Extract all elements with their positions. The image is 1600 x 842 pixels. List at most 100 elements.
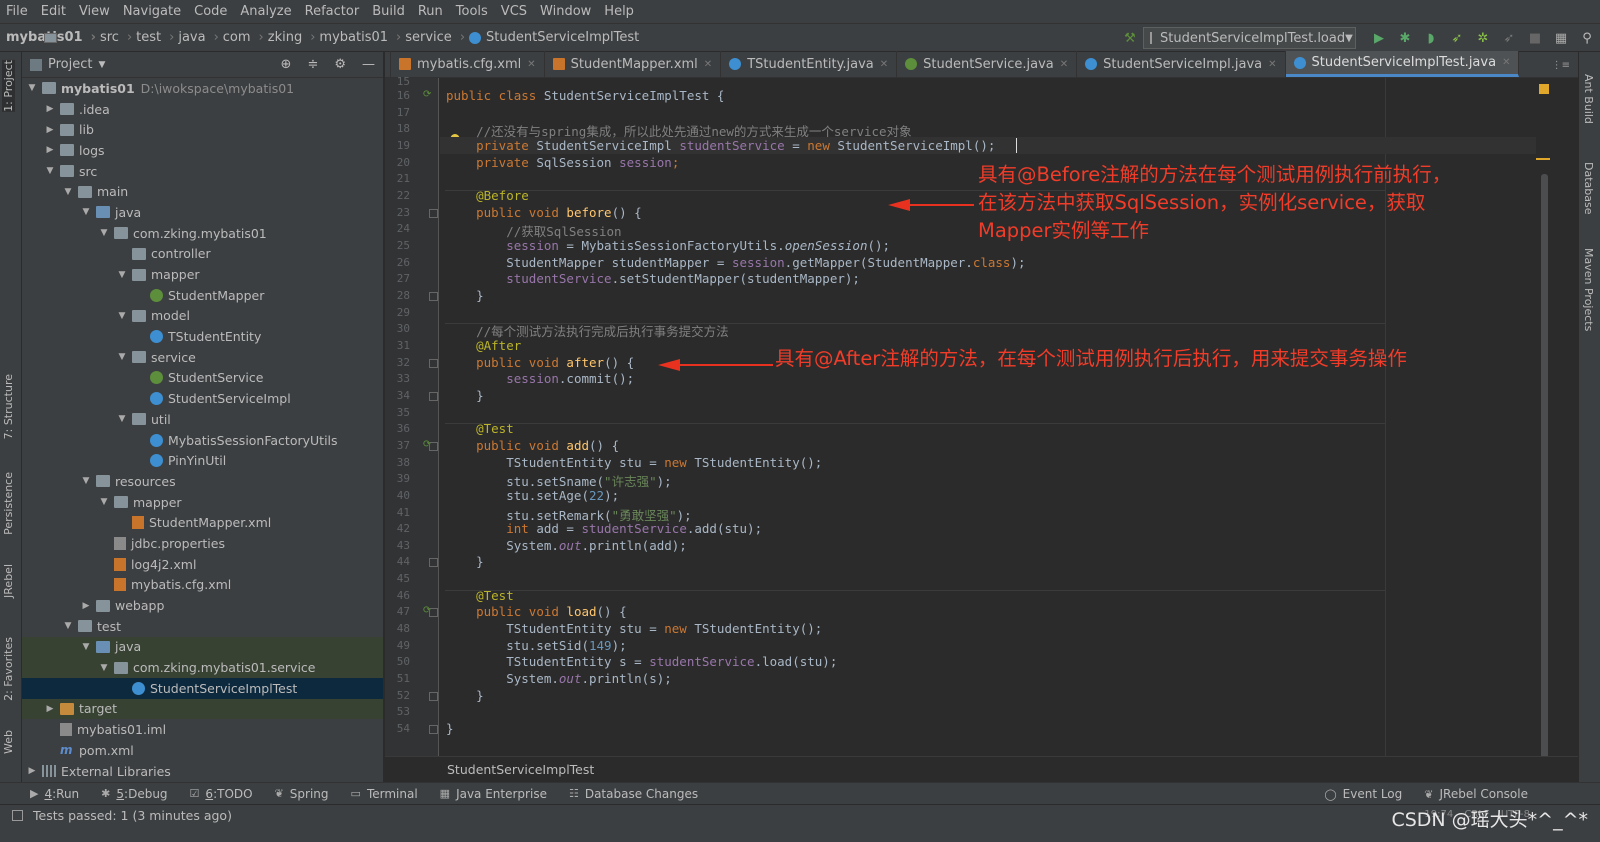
fold-marker-icon[interactable] (429, 608, 438, 618)
tree-item[interactable]: ▼ model (22, 306, 383, 327)
menu-edit[interactable]: Edit (41, 4, 66, 19)
tree-item[interactable]: ▼ service (22, 347, 383, 368)
tree-item[interactable]: StudentServiceImplTest (22, 677, 383, 699)
tool-window-database-changes[interactable]: ☷ Database Changes (569, 787, 698, 801)
chevron-down-icon[interactable]: ▼ (80, 642, 92, 652)
close-icon[interactable]: ✕ (1060, 59, 1068, 70)
tree-item[interactable]: mybatis01.iml (22, 719, 383, 740)
chevron-down-icon[interactable]: ▼ (116, 414, 128, 424)
breadcrumb-item[interactable]: mybatis01› (44, 30, 401, 45)
fold-marker-icon[interactable] (429, 291, 438, 301)
menu-help[interactable]: Help (604, 4, 634, 19)
tree-item[interactable]: TStudentEntity (22, 326, 383, 347)
gear-icon[interactable]: ⚙ (334, 57, 346, 72)
breadcrumb-item[interactable]: service › (44, 30, 465, 45)
fold-marker-icon[interactable] (429, 691, 438, 701)
tree-item[interactable]: ▼ src (22, 161, 383, 182)
tree-item[interactable]: ▼ resources (22, 471, 383, 492)
tab-jrebel[interactable]: JRebel (2, 564, 15, 598)
close-icon[interactable]: ✕ (527, 59, 535, 70)
chevron-down-icon[interactable]: ▼ (116, 311, 128, 321)
tool-window-event-log[interactable]: ◯ Event Log (1324, 787, 1402, 801)
tree-item[interactable]: ▼ mapper (22, 264, 383, 285)
locate-icon[interactable]: ⊕ (281, 57, 292, 72)
menu-window[interactable]: Window (540, 4, 591, 19)
close-icon[interactable]: ✕ (704, 59, 712, 70)
fold-marker-icon[interactable] (429, 558, 438, 568)
tree-item[interactable]: ▶ webapp (22, 595, 383, 616)
stop-icon[interactable]: ■ (1527, 30, 1543, 46)
tab-persistence[interactable]: Persistence (2, 472, 15, 535)
hide-icon[interactable]: — (362, 57, 375, 72)
tree-item[interactable]: controller (22, 244, 383, 265)
tool-window-spring[interactable]: ❦ Spring (275, 787, 329, 801)
menu-vcs[interactable]: VCS (501, 4, 527, 19)
close-icon[interactable]: ✕ (880, 59, 888, 70)
chevron-down-icon[interactable]: ▼ (80, 207, 92, 217)
tree-item[interactable]: ▶ .idea (22, 99, 383, 120)
chevron-down-icon[interactable]: ▼ (98, 60, 105, 70)
fold-marker-icon[interactable] (429, 441, 438, 451)
chevron-down-icon[interactable]: ▼ (98, 663, 110, 673)
chevron-down-icon[interactable]: ▼ (116, 270, 128, 280)
close-icon[interactable]: ✕ (1502, 57, 1510, 68)
menu-analyze[interactable]: Analyze (240, 4, 291, 19)
editor-scrollbar[interactable] (1536, 78, 1556, 774)
run-icon[interactable]: ▶ (1371, 30, 1387, 46)
chevron-down-icon[interactable]: ▼ (26, 83, 38, 93)
tree-item[interactable]: mybatis.cfg.xml (22, 575, 383, 596)
menu-build[interactable]: Build (372, 4, 405, 19)
menu-code[interactable]: Code (194, 4, 227, 19)
tab-maven-projects[interactable]: Maven Projects (1582, 248, 1595, 331)
editor-tab[interactable]: StudentServiceImplTest.java ✕ (1285, 51, 1520, 77)
chevron-down-icon[interactable]: ▼ (44, 166, 56, 176)
run-configuration-select[interactable]: StudentServiceImplTest.load ▼ (1143, 27, 1356, 49)
tree-item[interactable]: log4j2.xml (22, 554, 383, 575)
editor-tab[interactable]: StudentServiceImpl.java ✕ (1077, 51, 1286, 77)
chevron-down-icon[interactable]: ▼ (62, 187, 74, 197)
tree-item[interactable]: ▼ main (22, 181, 383, 202)
tree-item[interactable]: ▼ java (22, 202, 383, 223)
tree-item[interactable]: m pom.xml (22, 740, 383, 761)
tree-item[interactable]: StudentMapper.xml (22, 512, 383, 533)
tabs-overflow-icon[interactable]: ⋮≡ (1552, 60, 1578, 77)
menu-tools[interactable]: Tools (456, 4, 488, 19)
fold-marker-icon[interactable] (429, 391, 438, 401)
chevron-right-icon[interactable]: ▶ (44, 704, 56, 714)
breadcrumb-item[interactable]: test › (44, 30, 174, 45)
tool-window-jrebel-console[interactable]: ❦ JRebel Console (1424, 787, 1528, 801)
debug-icon[interactable]: ✱ (1397, 30, 1413, 46)
chevron-down-icon[interactable]: ▼ (80, 476, 92, 486)
chevron-right-icon[interactable]: ▶ (80, 601, 92, 611)
tool-window-run[interactable]: ▶ 4: Run (30, 787, 79, 801)
tree-item[interactable]: StudentService (22, 368, 383, 389)
tab-favorites[interactable]: 2: Favorites (2, 637, 15, 701)
coverage-icon[interactable]: ◗ (1423, 30, 1439, 46)
tree-item[interactable]: ▶ logs (22, 140, 383, 161)
run-gutter-icon[interactable]: ⟳ (423, 89, 431, 100)
tool-window-java-enterprise[interactable]: ▦ Java Enterprise (440, 787, 547, 801)
tree-item[interactable]: PinYinUtil (22, 450, 383, 471)
fold-marker-icon[interactable] (429, 208, 438, 218)
update-icon[interactable]: ➶ (1501, 30, 1517, 46)
chevron-right-icon[interactable]: ▶ (44, 104, 56, 114)
chevron-right-icon[interactable]: ▶ (26, 766, 38, 776)
breadcrumb-item[interactable]: src › (44, 30, 132, 45)
jrebel-debug-icon[interactable]: ✲ (1475, 30, 1491, 46)
chevron-down-icon[interactable]: ▼ (116, 352, 128, 362)
tab-project[interactable]: 1: Project (2, 60, 15, 112)
breadcrumb-item[interactable]: StudentServiceImplTest (469, 30, 639, 45)
editor-tab[interactable]: TStudentEntity.java ✕ (721, 51, 898, 77)
jrebel-run-icon[interactable]: ➶ (1449, 30, 1465, 46)
tree-item[interactable]: MybatisSessionFactoryUtils (22, 430, 383, 451)
chevron-down-icon[interactable]: ▼ (98, 497, 110, 507)
collapse-all-icon[interactable]: ≑ (307, 57, 318, 72)
tool-window-todo[interactable]: ☑ 6: TODO (190, 787, 253, 801)
menu-view[interactable]: View (79, 4, 110, 19)
breadcrumb-item[interactable]: com › (44, 30, 264, 45)
tree-item[interactable]: ▶ lib (22, 119, 383, 140)
chevron-right-icon[interactable]: ▶ (44, 145, 56, 155)
tab-database[interactable]: Database (1582, 162, 1595, 215)
project-structure-icon[interactable]: ▦ (1553, 30, 1569, 46)
chevron-right-icon[interactable]: ▶ (44, 125, 56, 135)
